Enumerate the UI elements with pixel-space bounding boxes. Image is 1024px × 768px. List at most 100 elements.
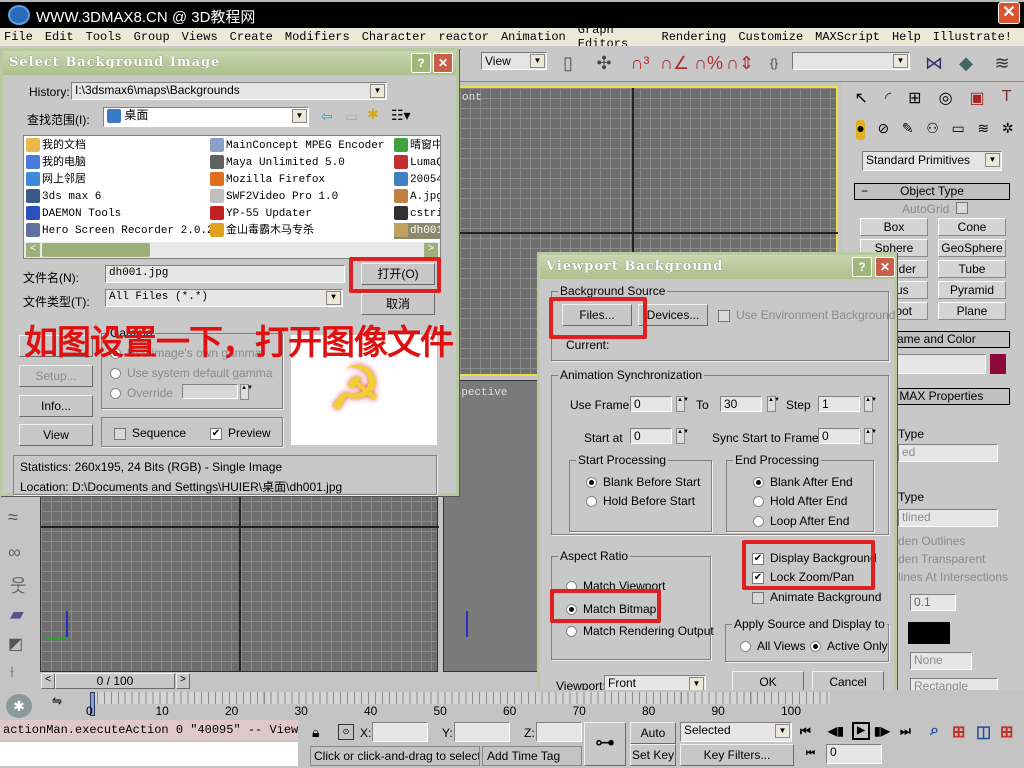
preview-checkbox[interactable]: ✔ Preview xyxy=(210,426,271,440)
scrollbar-thumb[interactable] xyxy=(42,243,150,257)
scroll-left-icon[interactable]: < xyxy=(26,243,40,257)
layers-icon[interactable]: ≋ xyxy=(990,51,1014,75)
menu-customize[interactable]: Customize xyxy=(738,30,803,44)
spinner-snap-icon[interactable]: ∩⇕ xyxy=(726,51,754,75)
start-option[interactable]: Hold Before Start xyxy=(586,494,695,508)
pivot-icon[interactable]: ▯ xyxy=(556,51,580,75)
x-coordinate-input[interactable] xyxy=(372,722,428,742)
new-folder-icon[interactable]: ✱ xyxy=(367,106,379,123)
animate-background-checkbox[interactable]: Animate Background xyxy=(752,590,881,604)
info-button[interactable]: Info... xyxy=(19,395,93,417)
current-frame-input[interactable]: 0 xyxy=(826,744,882,764)
key-filters-button[interactable]: Key Filters... xyxy=(680,744,794,766)
menu-file[interactable]: File xyxy=(4,30,33,44)
cone-button[interactable]: Cone xyxy=(938,218,1006,236)
maxscript-listener[interactable]: actionMan.executeAction 0 "40095" -- Vie… xyxy=(0,720,298,740)
file-item[interactable]: 金山毒霸木马专杀 xyxy=(210,223,314,239)
use-environment-checkbox[interactable]: Use Environment Background xyxy=(718,308,895,322)
mirror-icon[interactable]: ⋈ xyxy=(922,51,946,75)
file-item[interactable]: DAEMON Tools xyxy=(26,206,121,222)
to-input[interactable]: 30 xyxy=(720,396,762,412)
file-item[interactable]: SWF2Video Pro 1.0 xyxy=(210,189,338,205)
file-item[interactable]: 我的电脑 xyxy=(26,155,86,171)
tube-button[interactable]: Tube xyxy=(938,260,1006,278)
modify-tab-icon[interactable]: ◜ xyxy=(885,88,891,112)
zoom-all-icon[interactable]: ⊞ xyxy=(952,722,965,742)
file-item[interactable]: Hero Screen Recorder 2.0.2 xyxy=(26,223,214,239)
pyramid-button[interactable]: Pyramid xyxy=(938,281,1006,299)
end-option[interactable]: Loop After End xyxy=(753,514,849,528)
helpers-icon[interactable]: ▭ xyxy=(952,120,965,140)
spinner-icon[interactable]: ▲▼ xyxy=(864,428,877,444)
history-dropdown[interactable]: I:\3dsmax6\maps\Backgrounds ▼ xyxy=(71,82,387,100)
angle-snap-icon[interactable]: ∩∠ xyxy=(660,51,689,75)
gamma-option[interactable]: Override xyxy=(110,386,173,400)
cancel-button[interactable]: 取消 xyxy=(361,293,435,315)
zoom-extents-all-icon[interactable]: ⊞ xyxy=(1000,722,1013,742)
viewport-label[interactable]: ont xyxy=(462,92,482,104)
end-option[interactable]: Blank After End xyxy=(753,475,853,489)
set-key-icon[interactable]: ⊶ xyxy=(584,722,626,766)
y-coordinate-input[interactable] xyxy=(454,722,510,742)
box-button[interactable]: Box xyxy=(860,218,928,236)
maxscript-input[interactable] xyxy=(0,742,298,766)
timeline-track[interactable] xyxy=(90,692,830,716)
file-item[interactable]: 我的文档 xyxy=(26,138,86,154)
outline-dropdown[interactable]: tlined xyxy=(898,509,998,527)
file-item[interactable]: LumaQ xyxy=(394,155,440,171)
apply-option[interactable]: All Views xyxy=(740,639,805,653)
prev-frame-button[interactable]: < xyxy=(41,673,55,689)
hidden-transparent-option[interactable]: den Transparent xyxy=(898,552,985,566)
menu-tools[interactable]: Tools xyxy=(86,30,122,44)
scroll-right-icon[interactable]: > xyxy=(424,243,438,257)
override-input[interactable] xyxy=(182,384,238,399)
utilities-tab-icon[interactable]: T xyxy=(1002,88,1012,112)
geosphere-button[interactable]: GeoSphere xyxy=(938,239,1006,257)
align-icon[interactable]: ◆ xyxy=(954,51,978,75)
file-item[interactable]: A.jpg xyxy=(394,189,440,205)
aspect-option[interactable]: Match Rendering Output xyxy=(566,624,714,638)
absolute-mode-icon[interactable]: ⊙ xyxy=(338,724,354,740)
spinner-icon[interactable]: ▲▼ xyxy=(767,396,780,412)
menu-edit[interactable]: Edit xyxy=(45,30,74,44)
biped-icon[interactable]: 웃 xyxy=(10,572,27,598)
set-key-button[interactable]: Set Key xyxy=(630,744,676,766)
prev-key-icon[interactable]: ◀▮ xyxy=(828,724,844,738)
file-item[interactable]: MainConcept MPEG Encoder xyxy=(210,138,384,154)
menu-illustrate[interactable]: Illustrate! xyxy=(933,30,1012,44)
file-item[interactable]: 3ds max 6 xyxy=(26,189,101,205)
geometry-icon[interactable]: ● xyxy=(856,120,865,140)
menu-reactor[interactable]: reactor xyxy=(439,30,489,44)
close-button[interactable]: ✕ xyxy=(875,257,895,277)
systems-icon[interactable]: ✲ xyxy=(1002,120,1014,140)
close-button[interactable]: ✕ xyxy=(433,53,453,73)
space-warps-icon[interactable]: ≋ xyxy=(977,120,989,140)
file-list[interactable]: 我的文档 我的电脑 网上邻居 3ds max 6 DAEMON Tools He… xyxy=(23,135,441,259)
back-icon[interactable]: ⇦ xyxy=(321,108,333,125)
horizontal-scrollbar[interactable]: < > xyxy=(24,242,440,258)
menu-create[interactable]: Create xyxy=(230,30,273,44)
reference-coord-dropdown[interactable]: View ▼ xyxy=(481,52,547,70)
cameras-icon[interactable]: ◩ xyxy=(8,634,23,654)
lock-selection-icon[interactable]: 🔒︎ xyxy=(312,724,319,741)
cameras-icon[interactable]: ⚇ xyxy=(926,120,939,140)
sequence-checkbox[interactable]: Sequence xyxy=(114,426,186,440)
object-color-swatch[interactable] xyxy=(990,354,1006,374)
filename-input[interactable]: dh001.jpg xyxy=(105,265,345,283)
lights-icon[interactable]: ✎ xyxy=(902,120,914,140)
menu-modifiers[interactable]: Modifiers xyxy=(285,30,350,44)
space-warps-icon[interactable]: ≈ xyxy=(8,507,18,528)
door-icon[interactable]: ▰ xyxy=(10,604,24,625)
start-option[interactable]: Blank Before Start xyxy=(586,475,700,489)
menu-rendering[interactable]: Rendering xyxy=(662,30,727,44)
help-button[interactable]: ? xyxy=(411,53,431,73)
named-selection-dropdown[interactable]: ▼ xyxy=(792,52,910,70)
zoom-icon[interactable]: ⌕ xyxy=(930,722,939,740)
use-frame-input[interactable]: 0 xyxy=(630,396,672,412)
edit-named-selection-icon[interactable]: {} xyxy=(762,51,786,75)
outline-color-swatch[interactable] xyxy=(908,622,950,644)
menu-group[interactable]: Group xyxy=(134,30,170,44)
file-item[interactable]: Maya Unlimited 5.0 xyxy=(210,155,345,171)
timeline-mode-icon[interactable]: ⇋ xyxy=(52,694,62,708)
file-item[interactable]: Mozilla Firefox xyxy=(210,172,325,188)
